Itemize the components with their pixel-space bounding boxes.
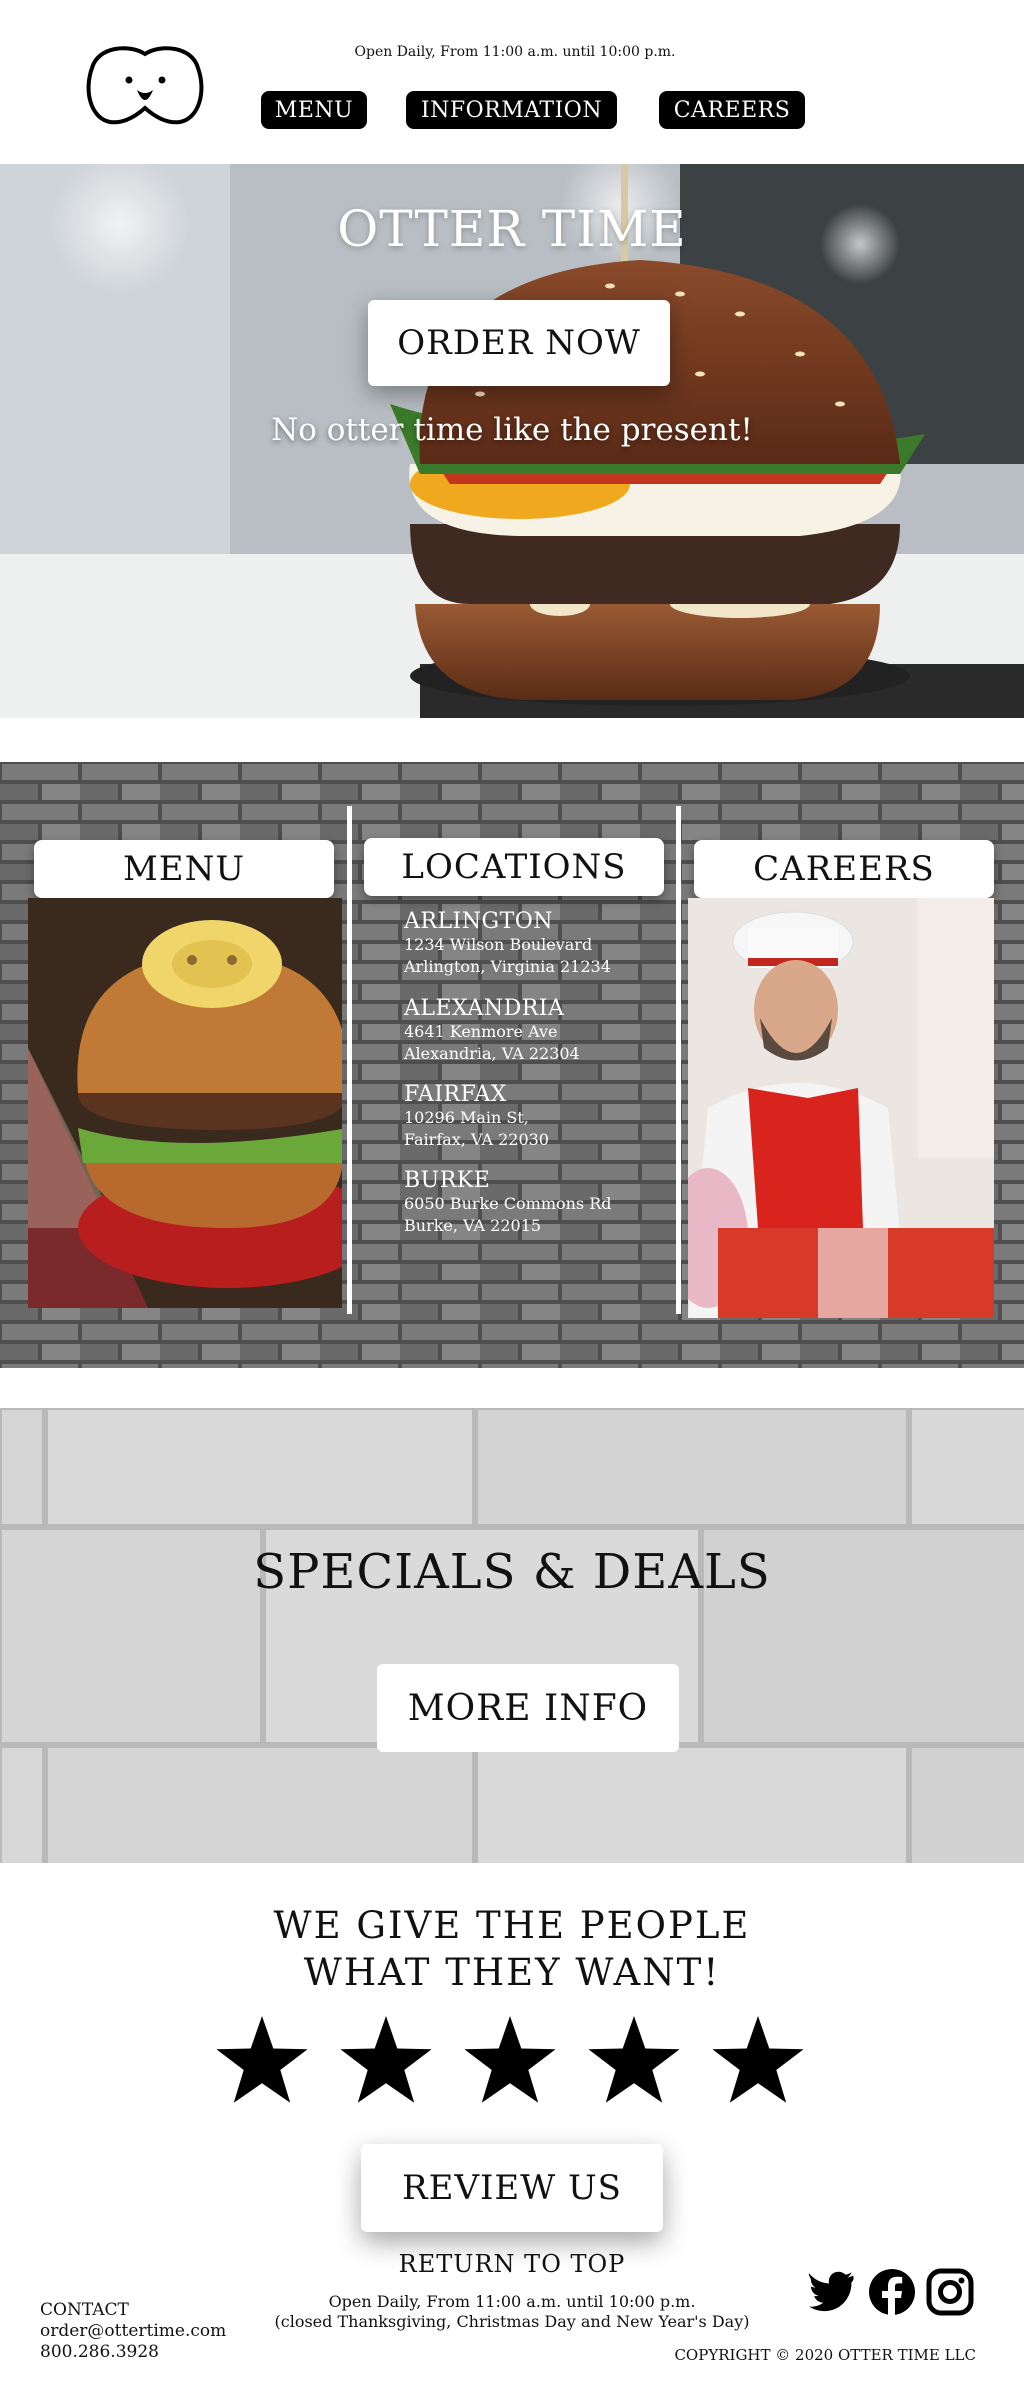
menu-card-label[interactable]: MENU <box>34 840 334 898</box>
footer-hours: Open Daily, From 11:00 a.m. until 10:00 … <box>250 2292 774 2332</box>
location-name: ARLINGTON <box>404 909 554 934</box>
header-hours: Open Daily, From 11:00 a.m. until 10:00 … <box>354 44 676 60</box>
star-icon <box>216 2016 308 2103</box>
location-address: 10296 Main St, <box>404 1108 529 1127</box>
location-name: FAIRFAX <box>404 1082 507 1107</box>
otter-logo[interactable] <box>82 42 208 126</box>
contact-label: CONTACT <box>40 2300 129 2320</box>
facebook-icon[interactable] <box>868 2268 916 2316</box>
careers-card-label[interactable]: CAREERS <box>694 840 994 898</box>
location-address: 4641 Kenmore Ave <box>404 1022 558 1041</box>
location-address: 6050 Burke Commons Rd <box>404 1194 612 1213</box>
location-city: Arlington, Virginia 21234 <box>404 957 611 976</box>
location-name: BURKE <box>404 1168 491 1193</box>
hero-title: OTTER TIME <box>337 200 687 258</box>
location-fairfax: FAIRFAX 10296 Main St, Fairfax, VA 22030 <box>404 1083 549 1151</box>
menu-burger-photo[interactable] <box>28 898 342 1308</box>
rating-stars <box>216 2016 804 2103</box>
careers-chef-photo[interactable] <box>688 898 994 1318</box>
more-info-button[interactable]: MORE INFO <box>377 1664 679 1752</box>
star-icon <box>464 2016 556 2103</box>
review-heading-line1: WE GIVE THE PEOPLE <box>273 1904 751 1947</box>
location-city: Burke, VA 22015 <box>404 1216 542 1235</box>
location-city: Fairfax, VA 22030 <box>404 1130 549 1149</box>
contact-email-link[interactable]: order@ottertime.com <box>40 2321 226 2342</box>
nav-careers-button[interactable]: CAREERS <box>659 91 805 129</box>
location-city: Alexandria, VA 22304 <box>404 1044 580 1063</box>
copyright-text: COPYRIGHT © 2020 OTTER TIME LLC <box>674 2346 976 2364</box>
location-address: 1234 Wilson Boulevard <box>404 935 593 954</box>
location-burke: BURKE 6050 Burke Commons Rd Burke, VA 22… <box>404 1169 612 1237</box>
contact-block: CONTACT order@ottertime.com 800.286.3928 <box>40 2300 226 2363</box>
star-icon <box>340 2016 432 2103</box>
hero-banner: OTTER TIME ORDER NOW No otter time like … <box>0 164 1024 718</box>
review-heading-line2: WHAT THEY WANT! <box>303 1951 721 1994</box>
location-arlington: ARLINGTON 1234 Wilson Boulevard Arlingto… <box>404 910 611 978</box>
order-now-button[interactable]: ORDER NOW <box>368 300 670 386</box>
section-divider <box>347 806 352 1314</box>
nav-information-button[interactable]: INFORMATION <box>406 91 617 129</box>
star-icon <box>588 2016 680 2103</box>
review-heading: WE GIVE THE PEOPLE WHAT THEY WANT! <box>0 1902 1024 1996</box>
contact-phone[interactable]: 800.286.3928 <box>40 2342 226 2363</box>
info-section: MENU LOCATIONS ARLINGTON 1234 Wilson Bou… <box>0 762 1024 1368</box>
nav-menu-button[interactable]: MENU <box>261 91 367 129</box>
instagram-icon[interactable] <box>926 2268 974 2316</box>
hero-tagline: No otter time like the present! <box>271 412 753 448</box>
location-name: ALEXANDRIA <box>404 996 565 1021</box>
specials-title: SPECIALS & DEALS <box>253 1544 771 1600</box>
specials-section: SPECIALS & DEALS MORE INFO <box>0 1408 1024 1863</box>
footer-hours-line1: Open Daily, From 11:00 a.m. until 10:00 … <box>328 2292 696 2311</box>
twitter-icon[interactable] <box>808 2268 856 2316</box>
location-alexandria: ALEXANDRIA 4641 Kenmore Ave Alexandria, … <box>404 997 580 1065</box>
stone-wall-background <box>0 1408 1024 1863</box>
footer-hours-line2: (closed Thanksgiving, Christmas Day and … <box>274 2312 750 2331</box>
review-us-button[interactable]: REVIEW US <box>361 2144 663 2232</box>
star-icon <box>712 2016 804 2103</box>
section-divider <box>676 806 681 1314</box>
locations-card-label[interactable]: LOCATIONS <box>364 838 664 896</box>
